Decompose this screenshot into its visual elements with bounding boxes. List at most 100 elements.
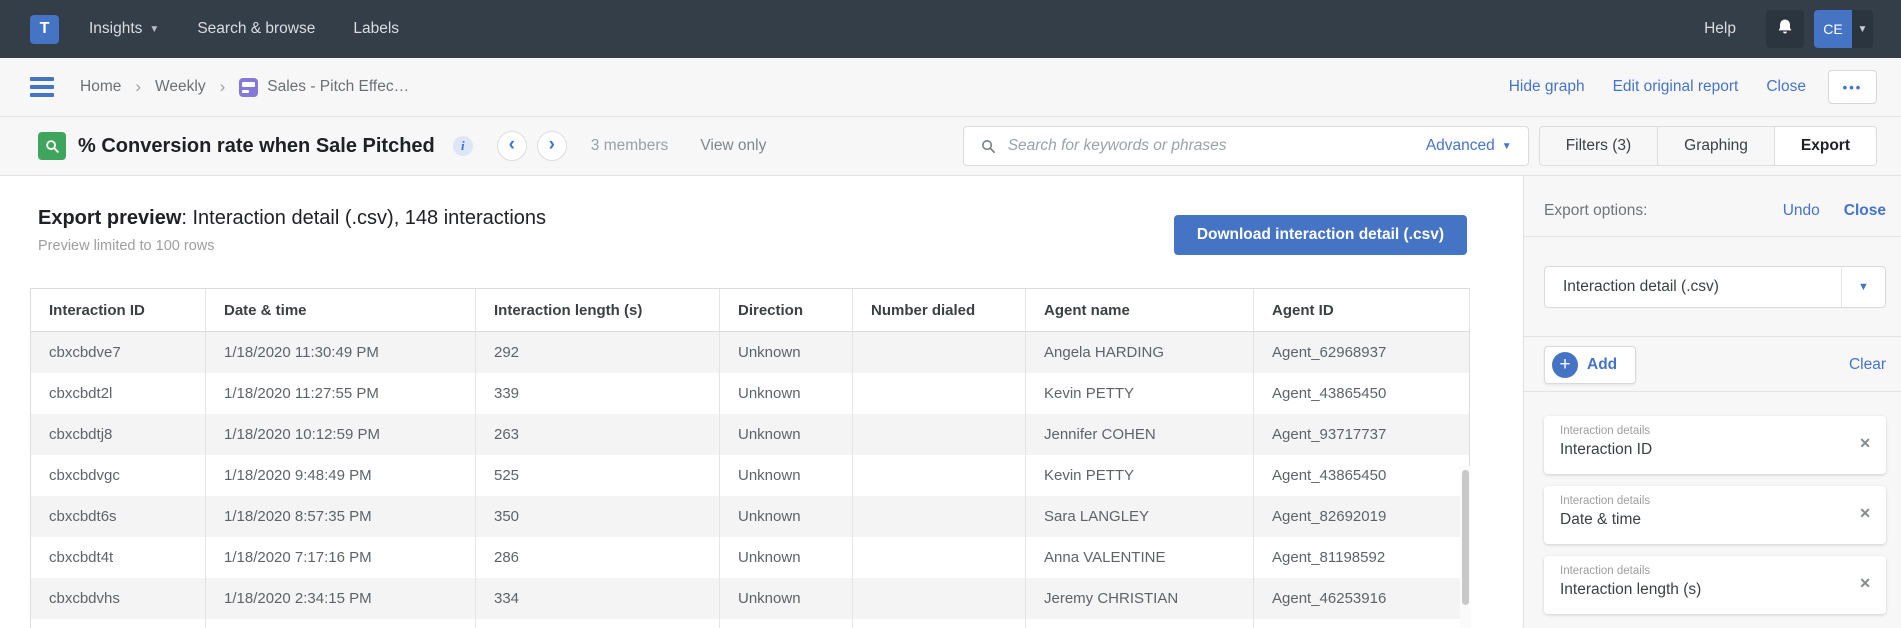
table-cell: Unknown — [720, 373, 853, 414]
download-csv-button[interactable]: Download interaction detail (.csv) — [1173, 215, 1467, 255]
export-options-sidebar: Export options: Undo Close Interaction d… — [1523, 176, 1901, 628]
table-cell: Unknown — [720, 578, 853, 619]
table-body: cbxcbdve7 1/18/2020 11:30:49 PM 292 Unknown… — [31, 332, 1470, 628]
table-cell: 1/18/2020 9:48:49 PM — [206, 455, 476, 496]
export-field-card: Interaction details Interaction ID ✕ — [1544, 416, 1886, 474]
report-search-icon — [38, 132, 66, 160]
search-icon — [980, 138, 997, 155]
account-menu[interactable]: CE ▼ — [1814, 10, 1873, 48]
search-input[interactable] — [1007, 137, 1426, 155]
tab-export[interactable]: Export — [1774, 127, 1876, 165]
table-scrollbar — [1460, 466, 1471, 628]
table-cell: Kevin PETTY — [1026, 455, 1254, 496]
table-cell: Anna VALENTINE — [1026, 537, 1254, 578]
content: Export preview: Interaction detail (.csv… — [0, 176, 1901, 628]
next-button[interactable]: › — [536, 131, 567, 161]
table-cell: Unknown — [720, 414, 853, 455]
add-field-row: + Add Clear — [1544, 346, 1886, 384]
table-cell: cbxcbdtj8 — [31, 414, 206, 455]
action-edit-original-report[interactable]: Edit original report — [1613, 78, 1739, 96]
export-format-value: Interaction detail (.csv) — [1563, 278, 1719, 295]
table-cell — [853, 332, 1026, 373]
remove-field-icon[interactable]: ✕ — [1859, 505, 1871, 522]
advanced-search-toggle[interactable]: Advanced ▼ — [1426, 137, 1512, 155]
clear-fields-link[interactable]: Clear — [1849, 356, 1886, 374]
more-options-button[interactable]: ••• — [1828, 70, 1877, 104]
table-cell: 1/18/2020 7:17:16 PM — [206, 537, 476, 578]
column-header: Date & time — [206, 289, 476, 331]
nav-item-search-browse[interactable]: Search & browse — [197, 20, 315, 38]
table-cell: Agent_93717737 — [1254, 414, 1470, 455]
add-label: Add — [1587, 356, 1618, 373]
chevron-down-icon: ▼ — [1501, 140, 1512, 152]
table-cell: 334 — [476, 578, 720, 619]
breadcrumb-item[interactable]: Weekly — [155, 78, 206, 96]
table-cell: Agent_81198592 — [1254, 537, 1470, 578]
nav-item-label: Search & browse — [197, 20, 316, 37]
avatar: CE — [1814, 10, 1852, 48]
table-row: cbxcbdvgc 1/18/2020 9:48:49 PM 525 Unknown K… — [31, 455, 1470, 496]
close-link[interactable]: Close — [1844, 202, 1886, 220]
info-icon[interactable]: i — [452, 136, 473, 156]
table-cell: Unknown — [720, 455, 853, 496]
table-cell: cbxcbdt2l — [31, 373, 206, 414]
table-cell — [853, 455, 1026, 496]
table-cell: 350 — [476, 496, 720, 537]
divider — [1524, 236, 1901, 237]
table-cell: cbxcbdvhs — [31, 578, 206, 619]
export-preview-panel: Export preview: Interaction detail (.csv… — [0, 176, 1523, 628]
table-cell — [853, 578, 1026, 619]
table-cell: Agent_82692019 — [1254, 496, 1470, 537]
export-format-select[interactable]: Interaction detail (.csv) ▼ — [1544, 266, 1886, 308]
table-cell: Jennifer COHEN — [1026, 414, 1254, 455]
table-row: cbxcbdt2l 1/18/2020 11:27:55 PM 339 Unknown… — [31, 373, 1470, 414]
remove-field-icon[interactable]: ✕ — [1859, 435, 1871, 452]
table-cell: Jeremy CHRISTIAN — [1026, 578, 1254, 619]
tab-graphing[interactable]: Graphing — [1658, 127, 1775, 165]
app-logo[interactable]: T — [30, 14, 59, 44]
previous-button[interactable]: ‹ — [496, 131, 527, 161]
table-cell: Angela HARDING — [1026, 332, 1254, 373]
table-cell: 263 — [476, 414, 720, 455]
help-link[interactable]: Help — [1704, 20, 1736, 38]
table-cell: 1/18/2020 11:30:49 PM — [206, 332, 476, 373]
tab-filters-[interactable]: Filters (3) — [1540, 127, 1659, 165]
report-icon — [239, 77, 259, 97]
table-cell — [853, 619, 1026, 628]
table-scrollbar-thumb[interactable] — [1462, 470, 1469, 605]
column-header: Agent ID — [1254, 289, 1470, 331]
menu-icon[interactable] — [30, 77, 54, 97]
export-preview-subtitle-inline: : Interaction detail (.csv), 148 interac… — [181, 207, 547, 229]
table-cell: 1/18/2020 2:34:15 PM — [206, 578, 476, 619]
keyword-search: Advanced▼ — [962, 126, 1529, 166]
breadcrumb-item[interactable]: Home — [80, 78, 121, 96]
column-header: Interaction length (s) — [476, 289, 720, 331]
breadcrumb: Home › Weekly › Sales - Pitch Effec… — [80, 77, 409, 97]
action-close[interactable]: Close — [1766, 78, 1806, 96]
field-name: Date & time — [1560, 511, 1641, 528]
table-cell: 292 — [476, 332, 720, 373]
chevron-down-icon[interactable]: ▼ — [1841, 267, 1885, 307]
add-field-button[interactable]: + Add — [1544, 346, 1637, 384]
divider — [1524, 391, 1901, 392]
table-row-partial — [31, 619, 1470, 628]
table-cell — [853, 373, 1026, 414]
chevron-down-icon: ▼ — [1852, 10, 1873, 48]
notifications-button[interactable] — [1766, 10, 1804, 48]
nav-item-insights[interactable]: Insights ▼ — [89, 20, 159, 38]
field-name: Interaction ID — [1560, 441, 1653, 458]
table-cell: Unknown — [720, 496, 853, 537]
field-category: Interaction details — [1560, 425, 1651, 437]
table-cell: 286 — [476, 537, 720, 578]
export-options-header: Export options: Undo Close — [1544, 202, 1886, 220]
action-hide-graph[interactable]: Hide graph — [1509, 78, 1585, 96]
undo-link[interactable]: Undo — [1783, 202, 1820, 220]
table-cell: Agent_43865450 — [1254, 373, 1470, 414]
column-header: Direction — [720, 289, 853, 331]
divider — [1524, 336, 1901, 337]
breadcrumb-item[interactable]: Sales - Pitch Effec… — [267, 78, 409, 96]
nav-item-labels[interactable]: Labels — [353, 20, 399, 38]
table-cell: Agent_46253916 — [1254, 578, 1470, 619]
remove-field-icon[interactable]: ✕ — [1859, 575, 1871, 592]
breadcrumb-actions: Hide graph Edit original report Close — [1509, 78, 1806, 96]
